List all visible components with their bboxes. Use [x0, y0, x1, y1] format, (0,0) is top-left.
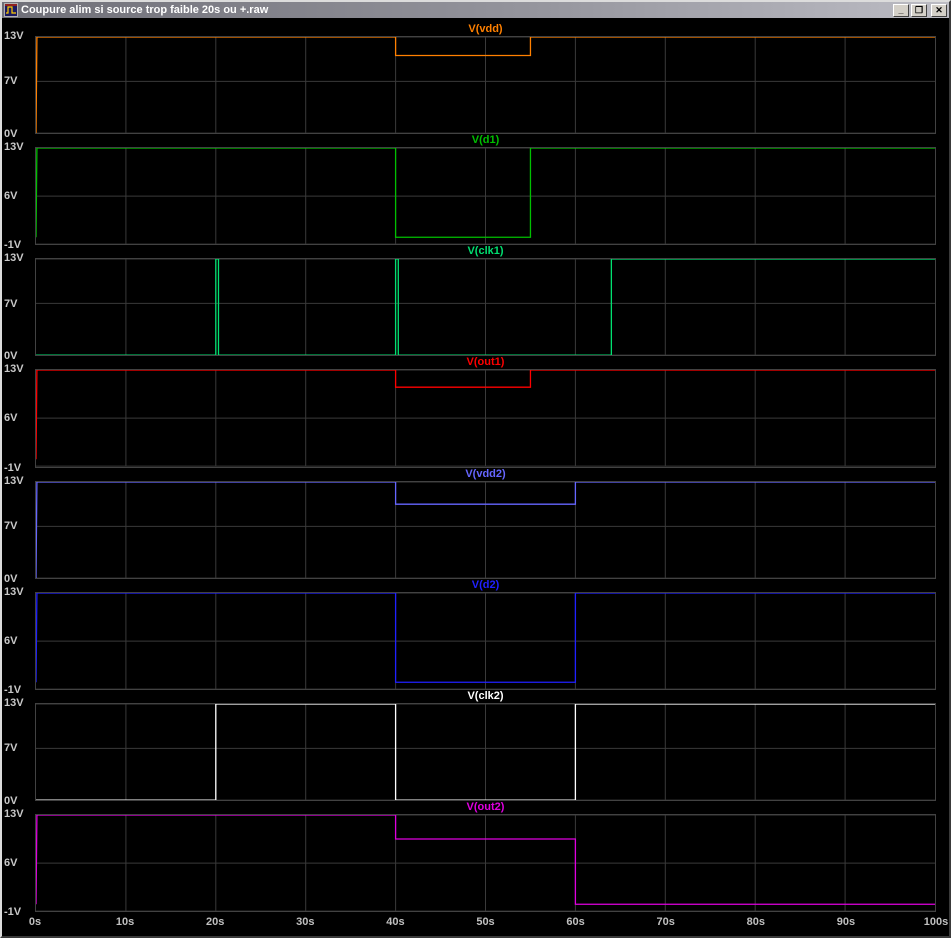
y-tick-label: 6V [4, 412, 18, 425]
plot-row: 13V 7V 0V [2, 252, 949, 362]
waveform-canvas [36, 259, 935, 355]
y-tick-label: 13V [4, 141, 24, 154]
y-axis-labels: 13V 7V 0V [2, 30, 35, 140]
pane-vvdd: V(vdd) 13V 7V 0V [2, 23, 949, 140]
waveform-canvas [36, 482, 935, 578]
plot-area-vout2[interactable] [35, 813, 936, 912]
y-axis-labels: 13V 6V -1V [2, 141, 35, 251]
trace-label-vd1[interactable]: V(d1) [35, 134, 936, 147]
plot-area-vclk1[interactable] [35, 258, 936, 357]
y-tick-label: 0V [4, 350, 18, 363]
plot-row: 13V 7V 0V [2, 475, 949, 585]
y-tick-label: 13V [4, 585, 24, 598]
plot-area-vvdd2[interactable] [35, 480, 936, 579]
y-axis-labels: 13V 6V -1V [2, 586, 35, 696]
x-axis: 0s 10s 20s 30s 40s 50s 60s 70s 80s 90s 100s [29, 912, 948, 936]
maximize-button[interactable]: ❐ [911, 3, 927, 17]
x-tick-label: 40s [386, 916, 405, 928]
y-tick-label: 7V [4, 75, 18, 88]
plot-row: 13V 6V -1V [2, 141, 949, 251]
ltspice-waveform-window: Coupure alim si source trop faible 20s o… [0, 0, 951, 938]
y-tick-label: 6V [4, 634, 18, 647]
plot-area-vvdd[interactable] [35, 36, 936, 135]
waveform-canvas [36, 148, 935, 244]
plot-row: 13V 7V 0V [2, 697, 949, 807]
pane-vclk1: V(clk1) 13V 7V 0V [2, 245, 949, 362]
pane-vd1: V(d1) 13V 6V -1V [2, 134, 949, 251]
trace-label-vout2[interactable]: V(out2) [35, 801, 936, 814]
x-tick-label: 100s [923, 916, 949, 928]
x-tick-label: 10s [115, 916, 135, 928]
close-button[interactable]: ✕ [931, 3, 947, 17]
x-tick-label: 50s [476, 916, 495, 928]
y-tick-label: 7V [4, 742, 18, 755]
plot-area-vclk2[interactable] [35, 702, 936, 801]
y-tick-label: 13V [4, 363, 24, 376]
y-tick-label: 6V [4, 190, 18, 203]
trace-label-vvdd[interactable]: V(vdd) [35, 23, 936, 36]
y-tick-label: 0V [4, 572, 18, 585]
trace-label-vd2[interactable]: V(d2) [35, 579, 936, 592]
y-tick-label: 13V [4, 807, 24, 820]
y-tick-label: 0V [4, 794, 18, 807]
plot-row: 13V 7V 0V [2, 30, 949, 140]
x-tick-label: 20s [206, 916, 225, 928]
pane-vout2: V(out2) 13V 6V -1V [2, 801, 949, 918]
pane-vd2: V(d2) 13V 6V -1V [2, 579, 949, 696]
plot-row: 13V 6V -1V [2, 363, 949, 474]
plot-row: 13V 6V -1V [2, 586, 949, 696]
pane-vvdd2: V(vdd2) 13V 7V 0V [2, 468, 949, 585]
x-tick-label: 70s [656, 916, 675, 928]
y-tick-label: 7V [4, 519, 18, 532]
waveform-canvas [36, 370, 935, 466]
plot-panes: V(vdd) 13V 7V 0V V(d1) 13V 6V -1V V(clk1) 13V 7V 0V… [2, 23, 949, 918]
trace-label-vclk1[interactable]: V(clk1) [35, 245, 936, 258]
window-title: Coupure alim si source trop faible 20s o… [21, 4, 269, 16]
x-tick-label: 90s [836, 916, 856, 928]
waveform-canvas [36, 815, 935, 911]
pane-vout1: V(out1) 13V 6V -1V [2, 356, 949, 474]
plot-row: 13V 6V -1V [2, 808, 949, 918]
app-icon[interactable] [4, 3, 18, 17]
y-tick-label: 6V [4, 856, 18, 869]
trace-label-vvdd2[interactable]: V(vdd2) [35, 468, 936, 481]
y-axis-labels: 13V 7V 0V [2, 475, 35, 585]
y-axis-labels: 13V 6V -1V [2, 363, 35, 473]
x-tick-label: 0s [28, 916, 42, 928]
y-tick-label: 13V [4, 474, 24, 487]
y-tick-label: 13V [4, 252, 24, 265]
x-tick-label: 30s [296, 916, 315, 928]
y-tick-label: -1V [4, 683, 22, 696]
titlebar[interactable]: Coupure alim si source trop faible 20s o… [2, 2, 949, 18]
waveform-canvas [36, 593, 935, 689]
y-tick-label: 0V [4, 128, 18, 141]
minimize-button[interactable]: _ [893, 3, 909, 17]
y-tick-label: -1V [4, 239, 22, 252]
y-tick-label: -1V [4, 461, 22, 474]
y-tick-label: 13V [4, 30, 24, 42]
x-tick-label: 80s [746, 916, 765, 928]
pane-vclk2: V(clk2) 13V 7V 0V [2, 690, 949, 807]
y-axis-labels: 13V 6V -1V [2, 808, 35, 918]
window-controls: _ ❐ ✕ [893, 3, 947, 17]
y-axis-labels: 13V 7V 0V [2, 252, 35, 362]
y-axis-labels: 13V 7V 0V [2, 697, 35, 807]
y-tick-label: 7V [4, 297, 18, 310]
trace-label-vout1[interactable]: V(out1) [35, 356, 936, 369]
x-tick-label: 60s [566, 916, 585, 928]
trace-label-vclk2[interactable]: V(clk2) [35, 690, 936, 703]
plot-area-vd1[interactable] [35, 147, 936, 246]
y-tick-label: -1V [4, 906, 22, 918]
waveform-canvas [36, 37, 935, 133]
plot-area-vd2[interactable] [35, 591, 936, 690]
y-tick-label: 13V [4, 696, 24, 709]
waveform-viewer: V(vdd) 13V 7V 0V V(d1) 13V 6V -1V V(clk1) 13V 7V 0V… [2, 18, 949, 936]
waveform-canvas [36, 704, 935, 800]
plot-area-vout1[interactable] [35, 369, 936, 468]
